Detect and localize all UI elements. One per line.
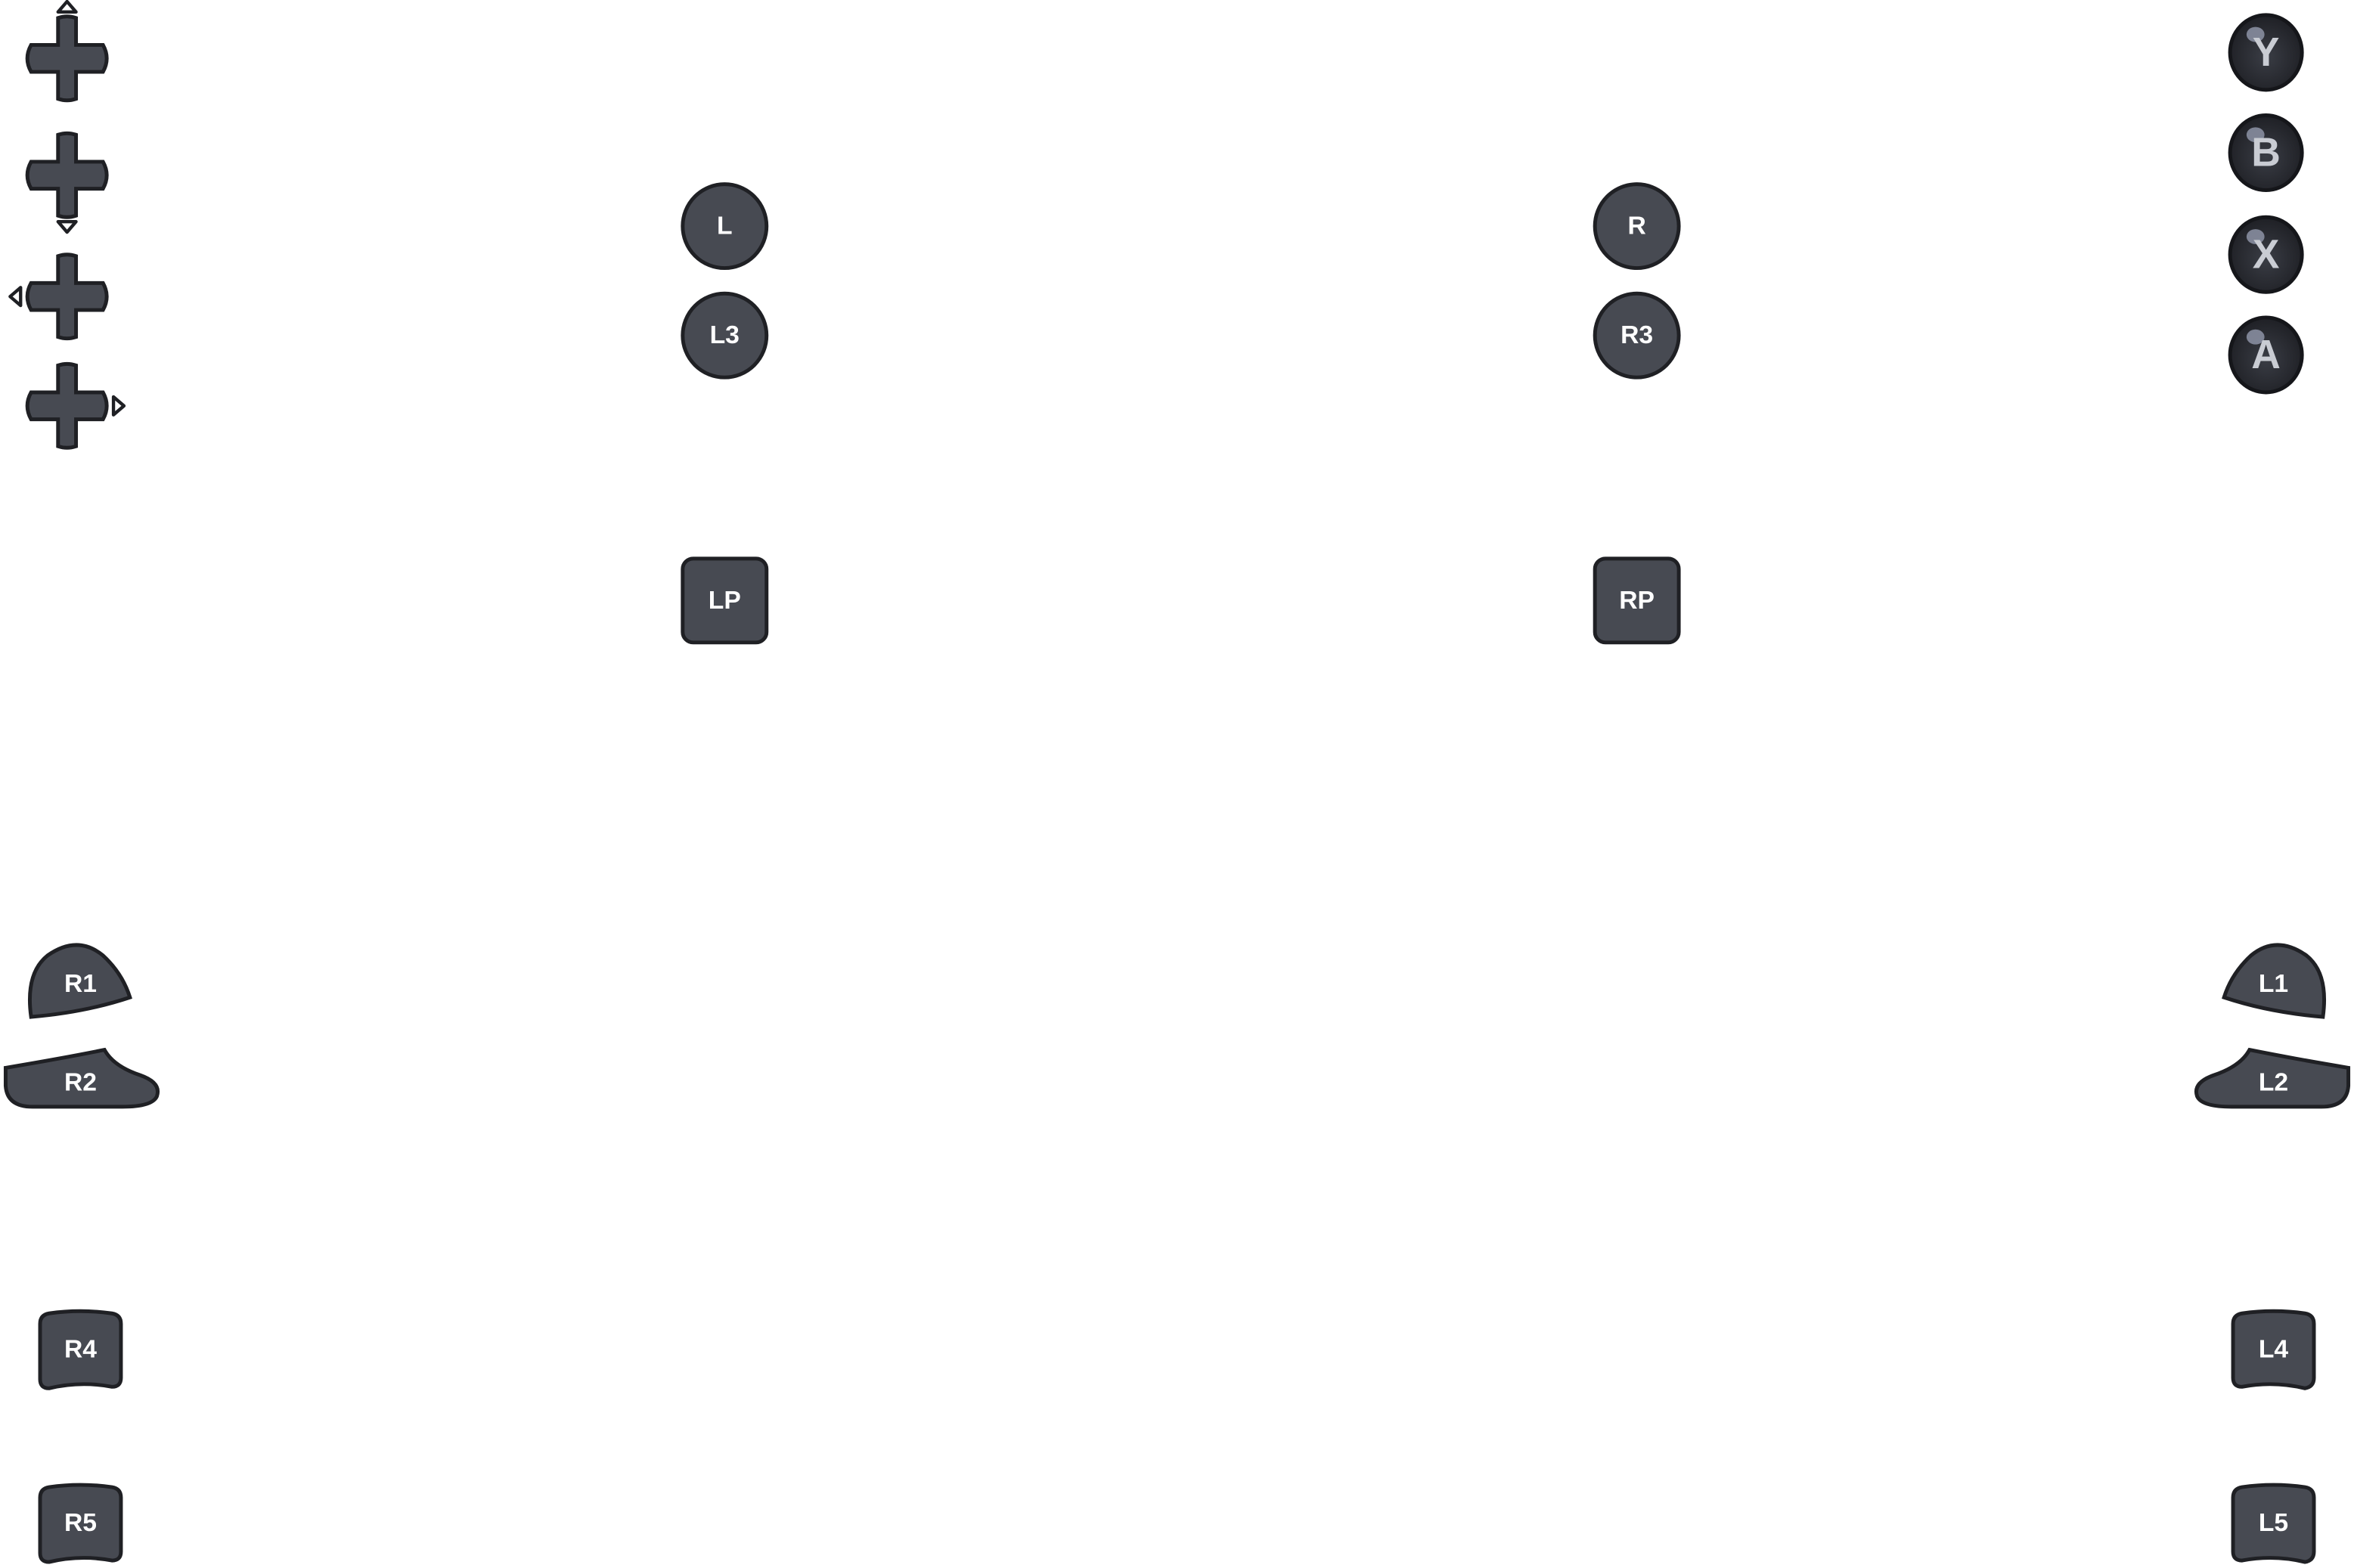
l4-back-label: L4 bbox=[2259, 1335, 2289, 1363]
dpad-right-button[interactable] bbox=[27, 364, 126, 448]
l2-trigger-label: L2 bbox=[2259, 1069, 2288, 1097]
dpad-left-button[interactable] bbox=[8, 255, 107, 339]
left-stick-button[interactable]: L bbox=[681, 182, 769, 271]
left-stick-click-label: L3 bbox=[710, 321, 740, 349]
right-stick-click-button[interactable]: R3 bbox=[1593, 291, 1681, 380]
l1-bumper-button[interactable]: L1 bbox=[2222, 943, 2327, 1019]
dpad-down-icon bbox=[56, 219, 78, 234]
right-stick-label: R bbox=[1627, 212, 1645, 240]
r1-bumper-label: R1 bbox=[64, 970, 97, 998]
dpad-right-icon bbox=[111, 395, 126, 417]
l5-back-label: L5 bbox=[2259, 1509, 2288, 1537]
face-button-y-label: Y bbox=[2253, 30, 2280, 75]
controller-button-sheet: L L3 R R3 LP RP Y B X A R1 R2 L1 L2 R4 R… bbox=[3, 0, 2351, 1564]
right-pad-button[interactable]: RP bbox=[1593, 556, 1681, 645]
l5-back-button[interactable]: L5 bbox=[2231, 1483, 2316, 1564]
l1-bumper-label: L1 bbox=[2259, 970, 2288, 998]
right-pad-label: RP bbox=[1619, 587, 1655, 615]
l4-back-button[interactable]: L4 bbox=[2231, 1309, 2316, 1390]
dpad-up-button[interactable] bbox=[27, 0, 107, 101]
face-button-b-label: B bbox=[2251, 131, 2281, 175]
right-stick-button[interactable]: R bbox=[1593, 182, 1681, 271]
dpad-up-icon bbox=[56, 0, 78, 14]
face-button-x-label: X bbox=[2253, 232, 2280, 277]
l2-trigger-button[interactable]: L2 bbox=[2194, 1047, 2351, 1109]
face-button-a[interactable]: A bbox=[2228, 315, 2304, 395]
r4-back-button[interactable]: R4 bbox=[38, 1309, 123, 1390]
r1-bumper-button[interactable]: R1 bbox=[27, 943, 132, 1019]
face-button-b[interactable]: B bbox=[2228, 113, 2304, 193]
dpad-down-button[interactable] bbox=[27, 133, 107, 234]
left-stick-label: L bbox=[717, 212, 733, 240]
r5-back-button[interactable]: R5 bbox=[38, 1483, 123, 1564]
r5-back-label: R5 bbox=[64, 1509, 97, 1537]
left-pad-button[interactable]: LP bbox=[681, 556, 769, 645]
face-button-a-label: A bbox=[2251, 333, 2281, 377]
right-stick-click-label: R3 bbox=[1621, 321, 1653, 349]
r2-trigger-label: R2 bbox=[64, 1069, 97, 1097]
dpad-left-icon bbox=[8, 286, 23, 308]
left-pad-label: LP bbox=[709, 587, 741, 615]
left-stick-click-button[interactable]: L3 bbox=[681, 291, 769, 380]
r4-back-label: R4 bbox=[64, 1335, 97, 1363]
face-button-x[interactable]: X bbox=[2228, 215, 2304, 294]
face-button-y[interactable]: Y bbox=[2228, 13, 2304, 92]
r2-trigger-button[interactable]: R2 bbox=[3, 1047, 160, 1109]
